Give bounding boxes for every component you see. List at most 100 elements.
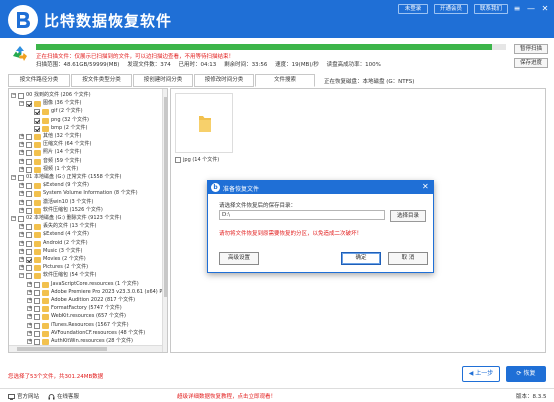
expand-icon[interactable]: + bbox=[19, 150, 24, 156]
tree-checkbox[interactable] bbox=[34, 125, 40, 132]
expand-icon[interactable]: + bbox=[19, 257, 24, 262]
file-folder-item[interactable]: jpg (14 个文件) bbox=[173, 93, 233, 165]
tab-by-modified[interactable]: 按修改时间分类 bbox=[194, 74, 254, 87]
tree-checkbox[interactable] bbox=[18, 93, 24, 99]
tree-checkbox[interactable] bbox=[18, 216, 24, 222]
tab-by-type[interactable]: 按文件类型分类 bbox=[71, 74, 132, 87]
tree-row[interactable]: + Pictures (2 个文件) bbox=[9, 264, 161, 272]
tree-horizontal-scrollbar[interactable] bbox=[9, 345, 162, 352]
tree-checkbox[interactable] bbox=[26, 240, 32, 247]
tab-file-search[interactable]: 文件搜索 bbox=[255, 74, 315, 87]
tree-row[interactable]: + 激活win10 (3 个文件) bbox=[9, 199, 161, 206]
tree-vertical-scrollbar[interactable] bbox=[162, 89, 167, 352]
browse-directory-button[interactable]: 选择目录 bbox=[390, 210, 426, 222]
cancel-button[interactable]: 取 消 bbox=[388, 252, 428, 265]
tree-row[interactable]: + $Extend (9 个文件) bbox=[9, 182, 161, 190]
tree-row[interactable]: png (32 个文件) bbox=[9, 117, 161, 124]
tree-row[interactable]: − 00 找到的文件 (206 个文件) bbox=[9, 92, 161, 99]
tree-checkbox[interactable] bbox=[26, 224, 32, 231]
collapse-icon[interactable]: − bbox=[11, 175, 16, 180]
tree-checkbox[interactable] bbox=[34, 281, 40, 288]
tree-checkbox[interactable] bbox=[26, 101, 32, 108]
close-icon[interactable]: ✕ bbox=[540, 4, 550, 14]
save-progress-button[interactable]: 保存进度 bbox=[514, 58, 548, 68]
tree-checkbox[interactable] bbox=[26, 207, 32, 214]
expand-icon[interactable]: + bbox=[27, 330, 32, 336]
expand-icon[interactable]: + bbox=[19, 158, 24, 164]
pause-scan-button[interactable]: 暂停扫描 bbox=[514, 44, 548, 54]
expand-icon[interactable]: + bbox=[19, 232, 24, 238]
dialog-close-icon[interactable]: ✕ bbox=[422, 182, 429, 192]
tree-checkbox[interactable] bbox=[26, 150, 32, 157]
tree-checkbox[interactable] bbox=[26, 248, 32, 255]
tree-checkbox[interactable] bbox=[34, 289, 40, 296]
expand-icon[interactable]: + bbox=[27, 322, 32, 328]
tree-row[interactable]: + 音频 (59 个文件) bbox=[9, 158, 161, 165]
minimize-icon[interactable]: — bbox=[526, 4, 536, 14]
expand-icon[interactable]: + bbox=[27, 339, 32, 344]
tree-row[interactable]: + Adobe Premiere Pro 2023 v23.3.0.61 (x64… bbox=[9, 289, 167, 296]
tree-checkbox[interactable] bbox=[34, 330, 40, 337]
tree-row[interactable]: + iTunes.Resources (1567 个文件) bbox=[9, 322, 161, 329]
tree-row[interactable]: − 图像 (36 个文件) bbox=[9, 100, 161, 108]
online-service-link[interactable]: 在线客服 bbox=[48, 392, 79, 400]
expand-icon[interactable]: + bbox=[27, 281, 32, 287]
tree-checkbox[interactable] bbox=[26, 142, 32, 149]
tree-checkbox[interactable] bbox=[26, 199, 32, 206]
vip-button[interactable]: 开通会员 bbox=[434, 4, 468, 14]
official-site-link[interactable]: 官方网站 bbox=[8, 392, 39, 400]
expand-icon[interactable]: + bbox=[19, 265, 24, 271]
advanced-settings-button[interactable]: 高级设置 bbox=[219, 252, 259, 265]
tree-checkbox[interactable] bbox=[26, 265, 32, 272]
expand-icon[interactable]: + bbox=[19, 224, 24, 230]
tree-checkbox[interactable] bbox=[26, 191, 32, 198]
expand-icon[interactable]: + bbox=[27, 314, 32, 320]
contact-button[interactable]: 联系我们 bbox=[474, 4, 508, 14]
tree-row[interactable]: + 视频 (1 个文件) bbox=[9, 166, 161, 173]
collapse-icon[interactable]: − bbox=[11, 216, 16, 221]
tree-row[interactable]: + FormatFactory (5747 个文件) bbox=[9, 305, 161, 313]
menu-icon[interactable]: ≡ bbox=[512, 4, 522, 14]
expand-icon[interactable]: + bbox=[19, 240, 24, 246]
expand-icon[interactable]: + bbox=[19, 183, 24, 189]
file-item-checkbox[interactable] bbox=[175, 156, 181, 163]
tree-checkbox[interactable] bbox=[18, 175, 24, 181]
collapse-icon[interactable]: − bbox=[19, 101, 24, 107]
expand-icon[interactable]: + bbox=[19, 191, 24, 197]
tree-row[interactable]: + JavaScriptCore.resources (1 个文件) bbox=[9, 281, 161, 288]
collapse-icon[interactable]: − bbox=[11, 93, 16, 98]
expand-icon[interactable]: + bbox=[19, 166, 24, 172]
tree-row[interactable]: + WebKit.resources (657 个文件) bbox=[9, 313, 161, 321]
tree-row[interactable]: + 软件压缩包 (1526 个文件) bbox=[9, 207, 161, 214]
tree-row[interactable]: − 软件压缩包 (54 个文件) bbox=[9, 272, 161, 280]
tree-checkbox[interactable] bbox=[26, 232, 32, 239]
login-button[interactable]: 未登录 bbox=[398, 4, 428, 14]
tree-checkbox[interactable] bbox=[34, 322, 40, 329]
tree-checkbox[interactable] bbox=[26, 166, 32, 173]
expand-icon[interactable]: + bbox=[19, 207, 24, 213]
tree-row[interactable]: bmp (2 个文件) bbox=[9, 125, 161, 132]
expand-icon[interactable]: + bbox=[19, 248, 24, 254]
tree-row[interactable]: + $Extend (4 个文件) bbox=[9, 231, 161, 239]
tree-checkbox[interactable] bbox=[34, 314, 40, 321]
confirm-button[interactable]: 确定 bbox=[341, 252, 381, 265]
tab-by-path[interactable]: 按文件路径分类 bbox=[8, 74, 70, 87]
tree-row[interactable]: − 02 本地磁盘 (G:) 删除文件 (9123 个文件) bbox=[9, 215, 161, 222]
recover-button[interactable]: ⟳ 恢复 bbox=[506, 366, 546, 382]
expand-icon[interactable]: + bbox=[27, 298, 32, 303]
tree-row[interactable]: + System Volume Information (8 个文件) bbox=[9, 190, 161, 198]
tree-row[interactable]: + 其他 (32 个文件) bbox=[9, 133, 161, 140]
tree-checkbox[interactable] bbox=[26, 257, 32, 263]
expand-icon[interactable]: + bbox=[19, 142, 24, 148]
tree-checkbox[interactable] bbox=[26, 273, 32, 280]
expand-icon[interactable]: + bbox=[19, 134, 24, 139]
tree-checkbox[interactable] bbox=[26, 134, 32, 140]
tree-checkbox[interactable] bbox=[26, 158, 32, 165]
previous-step-button[interactable]: ◀ 上一步 bbox=[462, 366, 500, 382]
expand-icon[interactable]: + bbox=[27, 306, 32, 312]
tree-row[interactable]: + AVFoundationCF.resources (48 个文件) bbox=[9, 330, 161, 337]
tree-row[interactable]: + Adobe Audition 2022 (817 个文件) bbox=[9, 297, 161, 304]
tree-row[interactable]: + Music (3 个文件) bbox=[9, 248, 161, 255]
tree-checkbox[interactable] bbox=[34, 306, 40, 313]
expand-icon[interactable]: + bbox=[19, 199, 24, 205]
